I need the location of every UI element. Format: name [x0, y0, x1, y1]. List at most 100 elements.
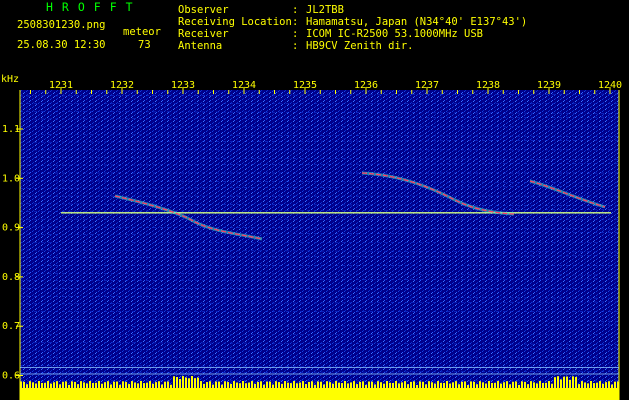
frequency-tick-label: 0.9 [2, 223, 20, 234]
level-bar-peak [125, 381, 127, 388]
level-bar-peak [563, 376, 565, 388]
level-bar-peak [560, 379, 562, 388]
location-colon: : [292, 16, 299, 28]
level-bar-peak [194, 378, 196, 388]
level-bar-peak [530, 381, 532, 388]
time-tick-label: 1233 [171, 80, 195, 91]
antenna-colon: : [292, 40, 299, 52]
level-bar-peak [497, 381, 499, 388]
level-bar-peak [227, 382, 229, 388]
level-bar-peak [371, 381, 373, 388]
level-bar-peak [26, 384, 28, 388]
level-bar-peak [254, 383, 256, 388]
level-bar-peak [185, 377, 187, 388]
level-bar-peak [215, 381, 217, 388]
antenna-label: Antenna [178, 40, 223, 52]
level-bar-peak [257, 382, 259, 388]
level-bar-peak [488, 381, 490, 388]
level-bar-peak [518, 384, 520, 388]
level-bar-peak [338, 382, 340, 388]
level-bar-peak [287, 382, 289, 388]
level-bar-peak [281, 383, 283, 388]
level-bar-peak [239, 383, 241, 388]
level-bar-peak [146, 382, 148, 388]
level-bar-peak [494, 382, 496, 388]
level-bar-peak [83, 382, 85, 388]
level-bar-peak [191, 376, 193, 388]
level-bar-peak [266, 381, 268, 388]
observer-colon: : [292, 4, 299, 16]
level-bar-peak [581, 381, 583, 388]
level-bar-peak [119, 384, 121, 388]
level-bar-peak [170, 384, 172, 388]
level-bar-peak [134, 382, 136, 388]
level-bar-peak [455, 381, 457, 388]
level-bar-peak [248, 382, 250, 388]
level-bar-peak [77, 384, 79, 388]
level-bar-peak [62, 381, 64, 388]
level-bar-peak [206, 382, 208, 388]
hrofft-logo: HROFFT [46, 0, 142, 14]
level-bar-peak [89, 381, 91, 388]
level-bar-peak [407, 384, 409, 388]
time-tick-label: 1237 [415, 80, 439, 91]
level-bar-peak [404, 381, 406, 388]
level-bar-peak [320, 381, 322, 388]
level-bar-peak [311, 381, 313, 388]
level-bar-peak [416, 384, 418, 388]
level-bar-peak [446, 381, 448, 388]
level-bar-peak [209, 381, 211, 388]
frequency-tick-label: 0.7 [2, 321, 20, 332]
location-value: Hamamatsu, Japan (N34°40' E137°43') [306, 16, 528, 28]
level-bar-peak [413, 381, 415, 388]
level-bar-peak [614, 381, 616, 388]
level-bar-peak [476, 384, 478, 388]
level-bar-peak [104, 382, 106, 388]
level-bar-peak [428, 381, 430, 388]
level-bar-peak [161, 384, 163, 388]
level-bar-peak [425, 384, 427, 388]
level-bar-peak [524, 381, 526, 388]
level-bar-peak [86, 383, 88, 388]
level-bar-peak [278, 382, 280, 388]
level-bar-peak [260, 381, 262, 388]
observer-value: JL2TBB [306, 4, 344, 16]
level-bar-peak [107, 381, 109, 388]
level-bar-peak [80, 381, 82, 388]
level-bar-peak [506, 381, 508, 388]
level-bar-peak [98, 381, 100, 388]
level-bar-peak [374, 384, 376, 388]
level-bar-peak [290, 383, 292, 388]
time-tick-label: 1239 [537, 80, 561, 91]
level-bar-peak [596, 382, 598, 388]
level-bar-peak [200, 381, 202, 388]
level-bar-peak [176, 376, 178, 388]
level-bar-peak [65, 381, 67, 388]
level-bar-peak [182, 376, 184, 388]
level-bar-peak [95, 382, 97, 388]
level-bar-peak [539, 381, 541, 388]
level-bar-peak [449, 383, 451, 388]
antenna-value: HB9CV Zenith dir. [306, 40, 414, 52]
level-bar-peak [377, 381, 379, 388]
time-tick-label: 1240 [598, 80, 622, 91]
level-bar-peak [326, 381, 328, 388]
level-bar-peak [545, 382, 547, 388]
receiver-value: ICOM IC-R2500 53.1000MHz USB [306, 28, 484, 40]
level-bar-peak [386, 381, 388, 388]
level-bar-peak [599, 381, 601, 388]
level-bar-peak [548, 381, 550, 388]
level-bar-peak [431, 382, 433, 388]
level-bar-peak [410, 381, 412, 388]
level-bar-peak [521, 381, 523, 388]
level-bar-peak [218, 381, 220, 388]
level-bar-peak [617, 381, 619, 388]
level-bar-peak [452, 382, 454, 388]
level-bar-peak [473, 381, 475, 388]
level-bar-peak [356, 384, 358, 388]
level-bar-peak [482, 382, 484, 388]
frequency-tick-label: 0.8 [2, 272, 20, 283]
level-bar-peak [329, 382, 331, 388]
level-bar-peak [470, 381, 472, 388]
level-bar-peak [509, 384, 511, 388]
